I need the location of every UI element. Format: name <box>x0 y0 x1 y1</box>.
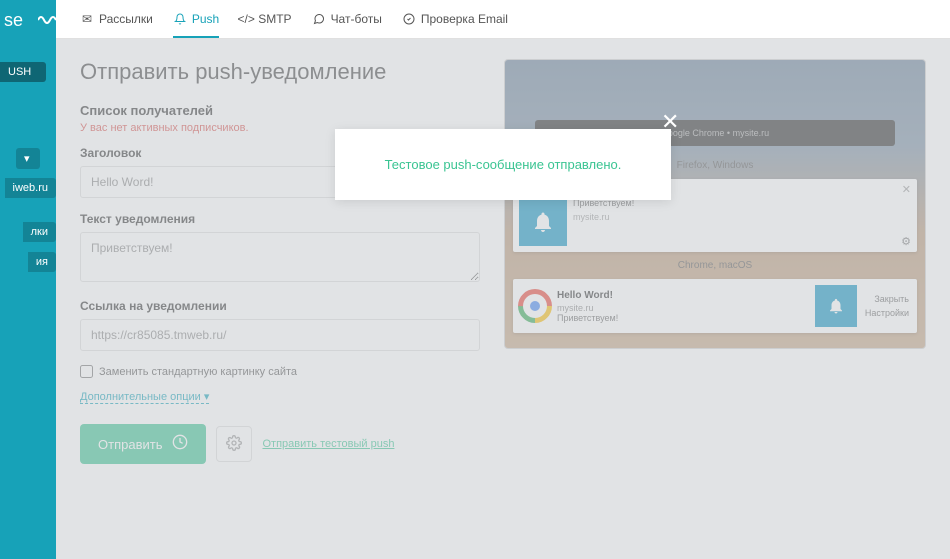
notif-body-text: Приветствуем! <box>557 313 807 323</box>
logo: se <box>0 0 56 41</box>
topnav-smtp[interactable]: </> SMTP <box>239 12 291 38</box>
settings-button[interactable] <box>216 426 252 462</box>
notif-bell-icon <box>519 198 567 246</box>
modal-message: Тестовое push-сообщение отправлено. <box>385 157 622 172</box>
send-button[interactable]: Отправить <box>80 424 206 464</box>
close-icon[interactable]: ✕ <box>902 183 911 196</box>
link-label: Ссылка на уведомлении <box>80 299 480 313</box>
topnav-label: Проверка Email <box>421 12 508 26</box>
notif-site: mysite.ru <box>573 212 911 222</box>
body-label: Текст уведомления <box>80 212 480 226</box>
replace-image-checkbox[interactable] <box>80 365 93 378</box>
more-options-link[interactable]: Дополнительные опции <box>80 390 209 404</box>
clock-icon <box>172 434 188 454</box>
preview-chrome-mac-label: Chrome, macOS <box>505 256 925 275</box>
mail-icon: ✉ <box>80 12 94 26</box>
gear-icon <box>226 435 242 454</box>
topnav-email-check[interactable]: Проверка Email <box>402 12 508 38</box>
sidebar-item-site[interactable]: iweb.ru <box>5 178 56 198</box>
page-title: Отправить push-уведомление <box>80 59 480 85</box>
topnav-push[interactable]: Push <box>173 12 219 38</box>
mac-close-action[interactable]: Закрыть <box>865 292 909 306</box>
logo-wave-icon <box>38 14 58 26</box>
topnav-label: Чат-боты <box>331 12 382 26</box>
topnav-chatbots[interactable]: Чат-боты <box>312 12 382 38</box>
mac-settings-action[interactable]: Настройки <box>865 306 909 320</box>
sidebar-item-push[interactable]: USH <box>0 62 46 82</box>
actions-row: Отправить Отправить тестовый push <box>80 424 480 464</box>
sidebar-item-dropdown[interactable]: ▾ <box>16 148 40 169</box>
main: ✉ Рассылки Push </> SMTP Чат-боты <box>56 0 950 559</box>
body-input[interactable]: Приветствуем! <box>80 232 480 282</box>
logo-text: se <box>4 10 23 30</box>
notif-chrome-mac: Hello Word! mysite.ru Приветствуем! Закр… <box>513 279 917 333</box>
preview-frame: Google Chrome • mysite.ru Firefox, Windo… <box>504 59 926 349</box>
bell-icon <box>173 12 187 26</box>
replace-image-label: Заменить стандартную картинку сайта <box>99 366 297 378</box>
success-modal: ✕ Тестовое push-сообщение отправлено. <box>335 129 672 200</box>
chat-icon <box>312 12 326 26</box>
notif-site: mysite.ru <box>557 303 807 313</box>
topnav: ✉ Рассылки Push </> SMTP Чат-боты <box>56 0 950 39</box>
send-test-link[interactable]: Отправить тестовый push <box>262 438 394 450</box>
check-circle-icon <box>402 12 416 26</box>
topnav-mailings[interactable]: ✉ Рассылки <box>80 12 153 38</box>
chrome-icon <box>521 292 549 320</box>
sidebar-item-5[interactable]: ия <box>28 252 56 272</box>
recipients-label: Список получателей <box>80 103 480 118</box>
notif-bell-icon <box>815 285 857 327</box>
code-icon: </> <box>239 12 253 26</box>
sidebar: se USH ▾ iweb.ru лки ия <box>0 0 56 559</box>
topnav-label: SMTP <box>258 12 291 26</box>
gear-icon[interactable]: ⚙ <box>901 235 911 248</box>
topnav-label: Push <box>192 12 219 26</box>
notif-title: Hello Word! <box>557 290 807 301</box>
link-input[interactable] <box>80 319 480 351</box>
replace-image-row[interactable]: Заменить стандартную картинку сайта <box>80 365 480 378</box>
topnav-label: Рассылки <box>99 12 153 26</box>
send-button-label: Отправить <box>98 437 162 452</box>
modal-close-icon[interactable]: ✕ <box>661 109 679 135</box>
sidebar-item-4[interactable]: лки <box>23 222 56 242</box>
